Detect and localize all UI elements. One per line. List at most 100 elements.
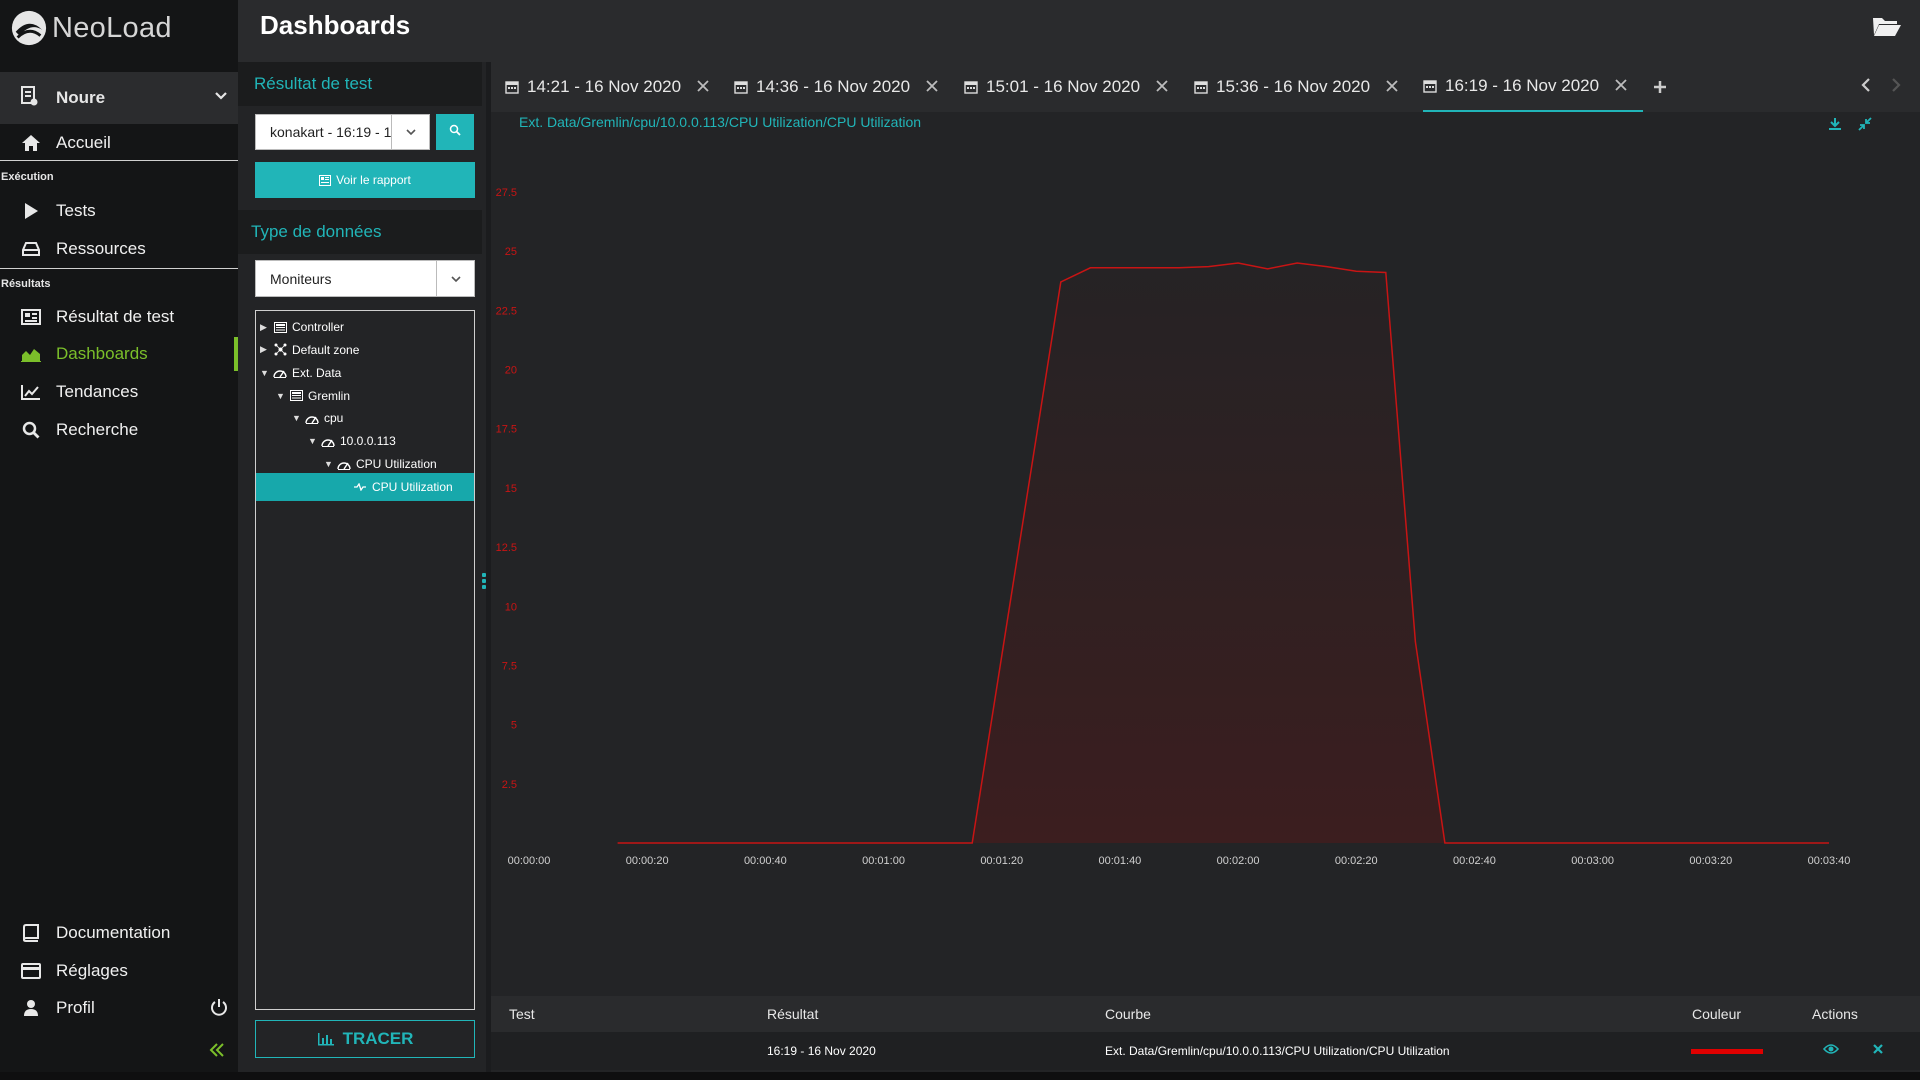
tree-node[interactable]: CPU Utilization (256, 472, 474, 501)
chevron-down-icon (391, 115, 429, 149)
tab-label: 15:36 - 16 Nov 2020 (1216, 77, 1371, 96)
sidebar-item-trends[interactable]: Tendances (0, 375, 238, 409)
caret-right-icon[interactable]: ▶ (260, 322, 272, 333)
x-tick-label: 00:03:20 (1689, 855, 1732, 867)
caret-down-icon[interactable]: ▼ (324, 459, 336, 469)
calendar-icon (1423, 79, 1437, 93)
sidebar-item-profile[interactable]: Profil (0, 991, 238, 1025)
monitor-tree: ▶ Controller ▶ Default zone ▼ Ext. Data ▼ Greml… (255, 310, 475, 1010)
new-dropdown[interactable]: Noure (0, 72, 238, 124)
divider (0, 268, 238, 269)
drive-icon (20, 238, 42, 260)
sidebar-item-label: Réglages (56, 961, 128, 980)
collapse-chart-icon[interactable] (1858, 117, 1872, 136)
chevron-right-icon[interactable] (1890, 76, 1902, 99)
trace-label: TRACER (342, 1029, 414, 1048)
y-tick-label: 25 (505, 246, 517, 258)
column-header-color[interactable]: Couleur (1692, 996, 1741, 1032)
tab-4[interactable]: 16:19 - 16 Nov 2020 (1423, 62, 1644, 112)
neoload-logo-icon (11, 10, 47, 46)
close-tab-icon[interactable] (1386, 77, 1398, 97)
y-tick-label: 7.5 (502, 660, 517, 672)
sidebar-item-search[interactable]: Recherche (0, 413, 238, 447)
tree-node-label: CPU Utilization (372, 479, 453, 494)
y-tick-label: 17.5 (496, 424, 517, 436)
caret-down-icon[interactable]: ▼ (276, 391, 288, 401)
search-result-button[interactable] (436, 114, 474, 150)
section-label-results: Résultats (1, 278, 51, 290)
report-icon (20, 306, 42, 328)
eye-icon[interactable] (1822, 1042, 1840, 1058)
gauge-icon (272, 367, 288, 379)
x-tick-label: 00:01:40 (1098, 855, 1141, 867)
sidebar-item-label: Accueil (56, 133, 111, 152)
search-icon (449, 123, 461, 141)
close-tab-icon[interactable] (697, 77, 709, 97)
section-label-execution: Exécution (1, 171, 54, 183)
close-tab-icon[interactable] (1615, 76, 1627, 96)
y-tick-label: 2.5 (502, 779, 517, 791)
y-tick-label: 22.5 (496, 305, 517, 317)
tab-label: 14:21 - 16 Nov 2020 (527, 77, 682, 96)
cell-result: 16:19 - 16 Nov 2020 (767, 1044, 876, 1058)
panel-resize-handle[interactable] (482, 573, 486, 589)
chevron-left-icon[interactable] (1860, 76, 1872, 99)
new-document-icon (20, 85, 42, 111)
tab-0[interactable]: 14:21 - 16 Nov 2020 (505, 62, 709, 112)
sidebar-item-label: Profil (56, 998, 95, 1017)
trace-button[interactable]: TRACER (255, 1020, 475, 1058)
sidebar-item-home[interactable]: Accueil (0, 126, 238, 160)
add-tab-icon[interactable] (1653, 74, 1667, 100)
close-tab-icon[interactable] (1156, 77, 1168, 97)
settings-card-icon (20, 960, 42, 982)
sidebar-item-test-result[interactable]: Résultat de test (0, 300, 238, 334)
chevron-down-icon (436, 261, 474, 296)
caret-down-icon[interactable]: ▼ (308, 436, 320, 446)
close-tab-icon[interactable] (926, 77, 938, 97)
x-tick-label: 00:00:00 (508, 855, 551, 867)
cpu-utilization-chart: 2.5 5 7.5 10 12.5 15 17.5 20 22.5 25 27.5 00:00:00… (496, 187, 1851, 867)
tab-label: 16:19 - 16 Nov 2020 (1445, 76, 1600, 95)
x-tick-label: 00:01:00 (862, 855, 905, 867)
sidebar-item-label: Documentation (56, 923, 171, 942)
data-type-select-value: Moniteurs (270, 270, 332, 287)
sidebar-item-dashboards[interactable]: Dashboards (0, 337, 238, 371)
sidebar-item-tests[interactable]: Tests (0, 194, 238, 228)
user-icon (20, 997, 42, 1019)
view-report-label: Voir le rapport (336, 173, 411, 187)
collapse-sidebar-icon[interactable] (208, 1038, 226, 1064)
caret-right-icon[interactable]: ▶ (260, 344, 272, 355)
zone-icon (272, 343, 288, 356)
caret-down-icon[interactable]: ▼ (292, 413, 304, 423)
sidebar-item-settings[interactable]: Réglages (0, 954, 238, 988)
column-header-test[interactable]: Test (509, 996, 535, 1032)
tab-1[interactable]: 14:36 - 16 Nov 2020 (734, 62, 938, 112)
download-icon[interactable] (1828, 117, 1842, 136)
column-header-result[interactable]: Résultat (767, 996, 818, 1032)
sidebar: NeoLoad Noure Accueil Exécution Tests Re… (0, 0, 238, 1080)
view-report-button[interactable]: Voir le rapport (255, 162, 475, 198)
open-folder-icon[interactable] (1872, 14, 1902, 43)
curve-color-swatch[interactable] (1691, 1049, 1763, 1054)
divider (0, 160, 238, 161)
y-tick-label: 12.5 (496, 542, 517, 554)
search-icon (20, 419, 42, 441)
trend-icon (20, 381, 42, 403)
power-icon[interactable] (210, 998, 228, 1021)
result-select[interactable]: konakart - 16:19 - 16 Nov 2020 (255, 114, 430, 150)
tree-node-label: Gremlin (308, 388, 351, 403)
data-type-select[interactable]: Moniteurs (255, 260, 475, 297)
tab-2[interactable]: 15:01 - 16 Nov 2020 (964, 62, 1168, 112)
column-header-curve[interactable]: Courbe (1105, 996, 1151, 1032)
sidebar-item-resources[interactable]: Ressources (0, 232, 238, 266)
sidebar-item-label: Tests (56, 201, 96, 220)
new-label: Noure (56, 88, 106, 107)
caret-down-icon[interactable]: ▼ (260, 368, 272, 378)
app-name: NeoLoad (52, 11, 172, 44)
sidebar-item-documentation[interactable]: Documentation (0, 916, 238, 950)
curves-table: Test Résultat Courbe Couleur Actions 16:… (491, 996, 1920, 1072)
remove-curve-icon[interactable] (1872, 1042, 1884, 1058)
tab-3[interactable]: 15:36 - 16 Nov 2020 (1194, 62, 1398, 112)
column-header-actions[interactable]: Actions (1812, 996, 1858, 1032)
report-icon (319, 174, 332, 186)
